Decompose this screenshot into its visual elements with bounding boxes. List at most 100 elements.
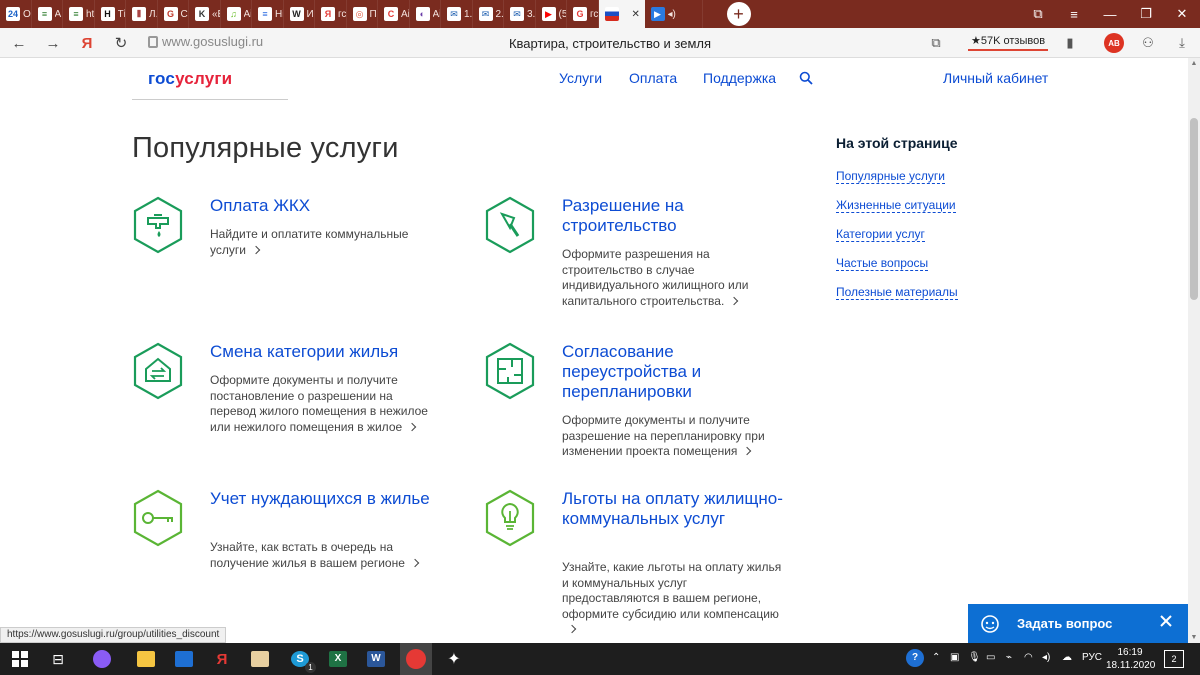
yandex-icon[interactable]: Я <box>210 647 234 671</box>
card-description[interactable]: Оформите документы и получите разрешение… <box>562 413 782 460</box>
nav-personal-cabinet[interactable]: Личный кабинет <box>943 70 1048 86</box>
menu-icon[interactable]: ≡ <box>1056 0 1092 28</box>
tray-app-icon[interactable]: ▣ <box>950 652 959 663</box>
card-title[interactable]: Льготы на оплату жилищно-коммунальных ус… <box>562 489 792 529</box>
card-title[interactable]: Смена категории жилья <box>210 342 440 362</box>
browser-tab[interactable]: ◐Аi <box>410 0 441 28</box>
wifi-icon[interactable]: ◠ <box>1024 652 1033 663</box>
network-icon[interactable]: ⌁ <box>1006 652 1012 663</box>
card-title[interactable]: Учет нуждающихся в жилье <box>210 489 440 509</box>
minimize-button[interactable]: — <box>1092 0 1128 28</box>
toc-link-materials[interactable]: Полезные материалы <box>836 285 958 300</box>
clock[interactable]: 16:19 18.11.2020 <box>1106 646 1155 672</box>
tabs-icon[interactable]: ⧉ <box>1020 0 1056 28</box>
tray-expand-icon[interactable]: ⌃ <box>932 652 940 663</box>
reload-icon[interactable]: ↻ <box>106 28 136 58</box>
alice-icon[interactable] <box>90 647 114 671</box>
battery-icon[interactable]: ▭ <box>986 652 995 663</box>
tab-media[interactable]: ▶ ◂) <box>645 0 703 28</box>
tab-active-gosuslugi[interactable]: ✕ <box>598 0 645 28</box>
toc-link-categories[interactable]: Категории услуг <box>836 227 925 242</box>
microphone-icon[interactable]: 🎙 <box>968 652 981 663</box>
browser-tab[interactable]: K«Е <box>189 0 221 28</box>
browser-tab[interactable]: ◎Пi <box>347 0 378 28</box>
card-desc-text: Оформите документы и получите разрешение… <box>562 413 765 459</box>
sparkle-app-icon[interactable]: ✦ <box>442 647 466 671</box>
tab-close-icon[interactable]: ✕ <box>632 9 640 20</box>
nav-support[interactable]: Поддержка <box>703 70 776 86</box>
toc-link-popular[interactable]: Популярные услуги <box>836 169 945 184</box>
language-indicator[interactable]: РУС <box>1082 652 1102 663</box>
scroll-up-icon[interactable]: ▲ <box>1190 60 1198 67</box>
card-description[interactable]: Оформите разрешения на строительство в с… <box>562 247 782 309</box>
card-description[interactable]: Узнайте, какие льготы на оплату жилья и … <box>562 560 782 638</box>
browser-tab[interactable]: ✉3. <box>504 0 536 28</box>
browser-tab[interactable]: Ягс <box>315 0 347 28</box>
forward-icon[interactable]: → <box>38 28 68 58</box>
photos-icon[interactable] <box>248 647 272 671</box>
yandex-home-icon[interactable]: Я <box>72 28 102 58</box>
browser-tab[interactable]: ▶ (5 <box>536 0 567 28</box>
new-tab-button[interactable]: + <box>726 2 751 26</box>
chevron-right-icon <box>730 296 739 306</box>
scroll-down-icon[interactable]: ▼ <box>1190 634 1198 641</box>
back-icon[interactable]: ← <box>4 28 34 58</box>
toc-link-life-situations[interactable]: Жизненные ситуации <box>836 198 956 213</box>
yandex-browser-icon[interactable] <box>400 643 432 675</box>
extensions-icon[interactable]: ⚇ <box>1138 33 1158 53</box>
ask-question-label[interactable]: Задать вопрос <box>1017 616 1112 631</box>
nav-payment[interactable]: Оплата <box>629 70 677 86</box>
notifications-badge[interactable]: 2 <box>1164 650 1184 668</box>
browser-tab[interactable]: H Тi <box>95 0 126 28</box>
tab-title: ht <box>86 8 94 20</box>
toc-link-faq[interactable]: Частые вопросы <box>836 256 929 271</box>
download-icon[interactable]: ⤓ <box>1172 33 1192 53</box>
browser-tab[interactable]: GСi <box>158 0 189 28</box>
browser-tab[interactable]: 24 О <box>0 0 32 28</box>
browser-tab[interactable]: WИi <box>284 0 315 28</box>
cloud-icon[interactable]: ☁ <box>1062 652 1072 663</box>
maximize-button[interactable]: ❐ <box>1128 0 1164 28</box>
page-scrollbar[interactable]: ▲ ▼ <box>1188 58 1200 643</box>
close-icon[interactable] <box>1159 614 1173 628</box>
card-title[interactable]: Согласование переустройства и перепланир… <box>562 342 792 402</box>
browser-tab[interactable]: CАi <box>378 0 410 28</box>
card-description[interactable]: Узнайте, как встать в очередь на получен… <box>210 540 430 571</box>
help-tray-icon[interactable]: ? <box>906 649 924 667</box>
task-view-icon[interactable]: ⊟ <box>46 647 70 671</box>
card-title[interactable]: Разрешение на строительство <box>562 196 792 236</box>
tab-favicon-icon: ✉ <box>447 7 461 21</box>
scrollbar-thumb[interactable] <box>1190 118 1198 300</box>
browser-tab[interactable]: ≡ ht <box>63 0 95 28</box>
browser-tab[interactable]: ✉1. <box>441 0 473 28</box>
browser-tab[interactable]: ≡ А <box>32 0 63 28</box>
mail-icon[interactable] <box>172 647 196 671</box>
word-icon[interactable]: W <box>364 647 388 671</box>
card-description[interactable]: Оформите документы и получите постановле… <box>210 373 430 435</box>
browser-tab[interactable]: ♫Ai <box>221 0 252 28</box>
card-title[interactable]: Оплата ЖКХ <box>210 196 440 216</box>
nav-services[interactable]: Услуги <box>559 70 602 86</box>
card-description[interactable]: Найдите и оплатите коммунальные услуги <box>210 227 430 258</box>
browser-tab[interactable]: ✉2. <box>473 0 504 28</box>
search-icon[interactable] <box>799 71 813 85</box>
url-field[interactable]: www.gosuslugi.ru <box>148 34 263 49</box>
windows-start-icon[interactable] <box>8 647 32 671</box>
copy-icon[interactable]: ⧉ <box>926 33 946 53</box>
chevron-right-icon <box>251 245 261 254</box>
volume-icon[interactable]: ◂) <box>1042 652 1050 663</box>
close-window-button[interactable]: ✕ <box>1164 0 1200 28</box>
browser-tab[interactable]: Gгс <box>567 0 599 28</box>
tab-title: О <box>23 8 31 20</box>
ask-question-widget[interactable]: Задать вопрос <box>968 604 1188 643</box>
reviews-badge[interactable]: ★57K отзывов <box>968 32 1049 51</box>
browser-tab[interactable]: ≡Нi <box>252 0 284 28</box>
excel-icon[interactable]: X <box>326 647 350 671</box>
gosuslugi-logo[interactable]: госуслуги <box>148 69 232 89</box>
file-explorer-icon[interactable] <box>134 647 158 671</box>
browser-tab[interactable]: ⦀Л. <box>126 0 158 28</box>
skype-icon[interactable]: S 1 <box>288 647 316 673</box>
bookmark-icon[interactable]: ▮ <box>1060 33 1080 53</box>
adblock-icon[interactable]: AB <box>1104 33 1124 53</box>
divider <box>132 99 288 100</box>
